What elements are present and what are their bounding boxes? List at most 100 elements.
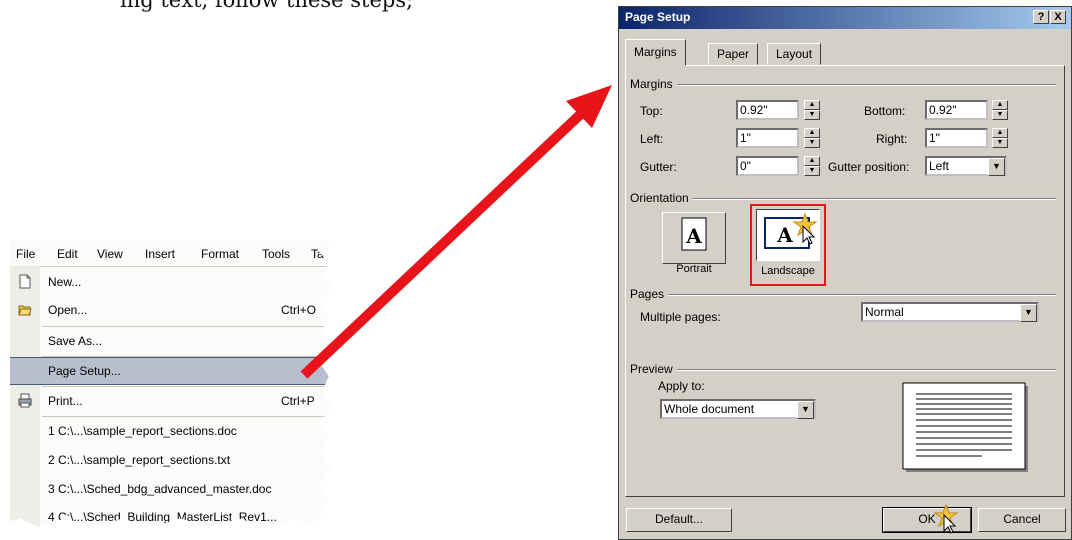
landscape-option[interactable]: A xyxy=(756,209,820,261)
gutter-label: Gutter: xyxy=(640,160,677,174)
click-cursor-icon xyxy=(934,503,959,534)
menubar-format[interactable]: Format xyxy=(201,247,239,261)
menubar-tools[interactable]: Tools xyxy=(262,247,290,261)
ok-button[interactable]: OK xyxy=(882,503,972,534)
recent-file-2[interactable]: 2 C:\...\sample_report_sections.txt xyxy=(10,447,332,473)
menu-separator xyxy=(42,386,332,387)
multiple-pages-value: Normal xyxy=(865,305,904,319)
top-margin-input[interactable]: 0.92" xyxy=(736,100,799,120)
bottom-label: Bottom: xyxy=(864,104,906,118)
gutter-input[interactable]: 0" xyxy=(736,156,799,176)
apply-to-value: Whole document xyxy=(664,402,755,416)
orientation-group-label: Orientation xyxy=(630,191,693,205)
gutter-spinner[interactable]: ▲ ▼ xyxy=(804,156,820,176)
menu-item-new[interactable]: New... xyxy=(10,269,332,295)
spin-down-icon[interactable]: ▼ xyxy=(804,110,820,120)
left-margin-spinner[interactable]: ▲ ▼ xyxy=(804,128,820,148)
preview-group-label: Preview xyxy=(630,362,677,376)
spin-up-icon[interactable]: ▲ xyxy=(804,128,820,138)
dialog-title: Page Setup xyxy=(625,10,691,24)
pages-group-label: Pages xyxy=(630,287,669,301)
menu-item-label: New... xyxy=(48,275,82,289)
menu-item-label: 2 C:\...\sample_report_sections.txt xyxy=(48,453,231,467)
menu-item-save-as[interactable]: Save As... xyxy=(10,328,332,354)
menu-separator xyxy=(42,416,332,417)
recent-file-3[interactable]: 3 C:\...\Sched_bdg_advanced_master.doc xyxy=(10,476,332,502)
spin-up-icon[interactable]: ▲ xyxy=(804,100,820,110)
menubar-table[interactable]: Tab xyxy=(311,247,330,261)
printer-icon xyxy=(18,393,32,408)
tab-layout[interactable]: Layout xyxy=(767,43,822,65)
chevron-down-icon[interactable]: ▼ xyxy=(1020,304,1037,322)
menu-item-shortcut: Ctrl+O xyxy=(281,303,317,317)
landscape-letter: A xyxy=(776,223,793,247)
menu-bar: File Edit View Insert Format Tools Tab xyxy=(10,240,332,267)
spin-down-icon[interactable]: ▼ xyxy=(804,166,820,176)
help-button[interactable]: ? xyxy=(1033,10,1049,24)
menu-item-page-setup[interactable]: Page Setup... xyxy=(10,357,332,385)
gutter-position-value: Left xyxy=(929,159,950,173)
menu-separator xyxy=(42,356,332,357)
instruction-caption: ing text, follow these steps; xyxy=(120,0,414,12)
group-divider xyxy=(630,294,1056,295)
gutter-position-label: Gutter position: xyxy=(828,160,910,174)
left-label: Left: xyxy=(640,132,664,146)
menu-item-shortcut: Ctrl+P xyxy=(281,394,315,408)
chevron-down-icon[interactable]: ▼ xyxy=(988,158,1005,176)
menu-item-label: 1 C:\...\sample_report_sections.doc xyxy=(48,424,237,438)
bottom-margin-spinner[interactable]: ▲ ▼ xyxy=(992,100,1008,120)
menu-item-label: Open... xyxy=(48,303,88,317)
menu-item-label: Print... xyxy=(48,394,83,408)
menu-separator xyxy=(42,326,332,327)
tab-margins[interactable]: Margins xyxy=(625,39,686,66)
multiple-pages-label: Multiple pages: xyxy=(640,310,721,324)
menu-item-label: 4 C:\...\Sched_Building_MasterList_Rev1.… xyxy=(48,510,277,524)
menubar-insert[interactable]: Insert xyxy=(145,247,175,261)
arrow-head xyxy=(566,85,612,128)
cancel-button[interactable]: Cancel xyxy=(978,508,1066,532)
spin-up-icon[interactable]: ▲ xyxy=(992,128,1008,138)
menubar-file[interactable]: File xyxy=(16,247,35,261)
gutter-position-select[interactable]: Left ▼ xyxy=(925,156,1007,176)
tab-paper[interactable]: Paper xyxy=(708,43,759,65)
portrait-page-icon: A xyxy=(681,217,707,251)
tab-panel-margins: Margins Top: 0.92" ▲ ▼ Bottom: 0.92" ▲ ▼ L… xyxy=(625,65,1065,497)
right-margin-input[interactable]: 1" xyxy=(925,128,988,148)
spin-down-icon[interactable]: ▼ xyxy=(804,138,820,148)
spin-down-icon[interactable]: ▼ xyxy=(992,110,1008,120)
multiple-pages-select[interactable]: Normal ▼ xyxy=(861,302,1039,322)
spin-down-icon[interactable]: ▼ xyxy=(992,138,1008,148)
bottom-margin-input[interactable]: 0.92" xyxy=(925,100,988,120)
chevron-down-icon[interactable]: ▼ xyxy=(797,401,814,419)
top-margin-spinner[interactable]: ▲ ▼ xyxy=(804,100,820,120)
apply-to-label: Apply to: xyxy=(658,379,705,393)
open-folder-icon xyxy=(18,305,32,316)
portrait-label: Portrait xyxy=(676,263,712,275)
new-document-icon xyxy=(19,274,31,289)
landscape-label: Landscape xyxy=(761,265,815,277)
right-label: Right: xyxy=(876,132,908,146)
close-button[interactable]: X xyxy=(1050,10,1066,24)
portrait-letter: A xyxy=(685,224,702,248)
menu-item-print[interactable]: Print... Ctrl+P xyxy=(10,388,332,414)
recent-file-1[interactable]: 1 C:\...\sample_report_sections.doc xyxy=(10,418,332,444)
apply-to-select[interactable]: Whole document ▼ xyxy=(660,399,816,419)
top-label: Top: xyxy=(640,104,663,118)
left-margin-input[interactable]: 1" xyxy=(736,128,799,148)
page-preview xyxy=(902,382,1028,472)
menu-item-label: Save As... xyxy=(48,334,103,348)
recent-file-4[interactable]: 4 C:\...\Sched_Building_MasterList_Rev1.… xyxy=(10,504,332,527)
landscape-page-icon: A xyxy=(764,212,818,249)
portrait-option[interactable]: A xyxy=(662,212,726,264)
spin-up-icon[interactable]: ▲ xyxy=(804,156,820,166)
right-margin-spinner[interactable]: ▲ ▼ xyxy=(992,128,1008,148)
default-button[interactable]: Default... xyxy=(626,508,732,532)
menubar-edit[interactable]: Edit xyxy=(57,247,78,261)
menubar-view[interactable]: View xyxy=(97,247,123,261)
spin-up-icon[interactable]: ▲ xyxy=(992,100,1008,110)
group-divider xyxy=(630,84,1056,85)
group-divider xyxy=(630,369,1056,370)
file-menu: File Edit View Insert Format Tools Tab N… xyxy=(10,240,332,528)
menu-item-open[interactable]: Open... Ctrl+O xyxy=(10,297,332,323)
group-divider xyxy=(630,198,1056,199)
